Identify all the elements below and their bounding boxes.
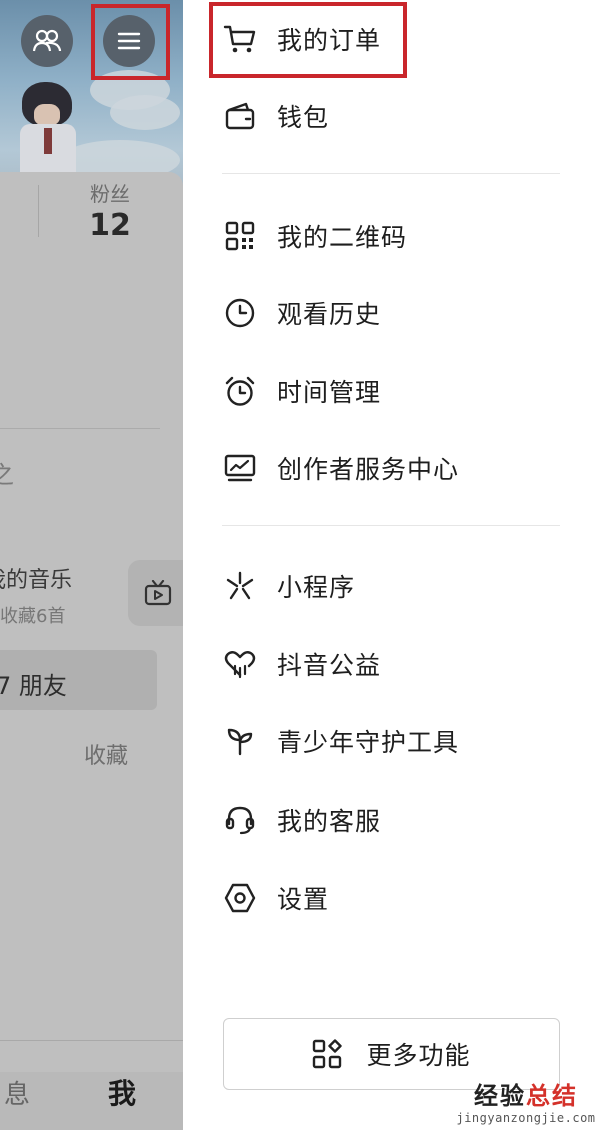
sprout-icon <box>222 723 258 759</box>
partial-label: 之 <box>0 461 14 489</box>
menu-label: 我的客服 <box>277 807 382 836</box>
nav-messages[interactable]: 息 <box>4 1074 30 1111</box>
divider <box>0 428 160 429</box>
wallet-icon <box>222 98 258 134</box>
fans-count: 12 <box>89 208 131 243</box>
people-icon <box>32 29 62 52</box>
my-music-subtitle: 收藏6首 <box>0 606 66 627</box>
menu-label: 青少年守护工具 <box>277 728 460 757</box>
nav-me[interactable]: 我 <box>108 1072 136 1112</box>
menu-label: 观看历史 <box>277 300 382 329</box>
menu-label: 时间管理 <box>277 378 382 407</box>
menu-label: 设置 <box>277 885 330 914</box>
watermark-url: jingyanzongjie.com <box>456 1111 596 1125</box>
menu-item-wallet[interactable]: 钱包 <box>222 88 329 144</box>
menu-label: 抖音公益 <box>277 651 382 680</box>
watermark-text-black: 经验 <box>474 1082 526 1110</box>
chart-monitor-icon <box>222 450 258 486</box>
menu-item-douyin-charity[interactable]: 抖音公益 <box>222 636 381 692</box>
menu-item-time-management[interactable]: 时间管理 <box>222 363 381 419</box>
menu-item-settings[interactable]: 设置 <box>222 870 329 926</box>
hexagon-settings-icon <box>222 880 258 916</box>
my-music-title[interactable]: 我的音乐 <box>0 562 72 594</box>
mini-program-icon <box>222 568 258 604</box>
my-orders-highlight <box>209 2 407 78</box>
section-divider <box>222 173 560 174</box>
tab-favorites[interactable]: 收藏 <box>84 738 128 770</box>
menu-button-highlight <box>91 4 170 80</box>
alarm-clock-icon <box>222 373 258 409</box>
heart-hand-icon <box>222 646 258 682</box>
tv-play-icon <box>144 580 172 606</box>
watermark-text-red: 总结 <box>526 1082 578 1110</box>
friends-icon-button[interactable] <box>21 15 73 67</box>
menu-item-teen-protection-tools[interactable]: 青少年守护工具 <box>222 713 459 769</box>
more-functions-label: 更多功能 <box>366 1041 471 1070</box>
menu-label: 创作者服务中心 <box>277 455 460 484</box>
fans-label: 粉丝 <box>90 182 130 206</box>
section-divider <box>222 525 560 526</box>
background-profile-page: 粉丝 12 之 我的音乐 收藏6首 7 朋友 收藏 息 我 <box>0 0 183 1130</box>
friends-label: 7 朋友 <box>0 672 67 700</box>
clock-icon <box>222 295 258 331</box>
menu-label: 我的二维码 <box>277 223 408 252</box>
menu-label: 钱包 <box>277 103 330 132</box>
bottom-nav-divider <box>0 1040 183 1041</box>
menu-item-customer-service[interactable]: 我的客服 <box>222 792 381 848</box>
tv-button[interactable] <box>128 560 183 626</box>
headset-icon <box>222 802 258 838</box>
menu-label: 小程序 <box>277 573 356 602</box>
menu-item-watch-history[interactable]: 观看历史 <box>222 285 381 341</box>
watermark: 经验总结 jingyanzongjie.com <box>456 1076 596 1125</box>
menu-item-my-qr-code[interactable]: 我的二维码 <box>222 208 407 264</box>
qr-code-icon <box>222 218 258 254</box>
stat-divider <box>38 185 39 237</box>
menu-item-creator-service-center[interactable]: 创作者服务中心 <box>222 440 459 496</box>
grid-apps-icon <box>312 1039 343 1069</box>
menu-item-mini-programs[interactable]: 小程序 <box>222 558 355 614</box>
